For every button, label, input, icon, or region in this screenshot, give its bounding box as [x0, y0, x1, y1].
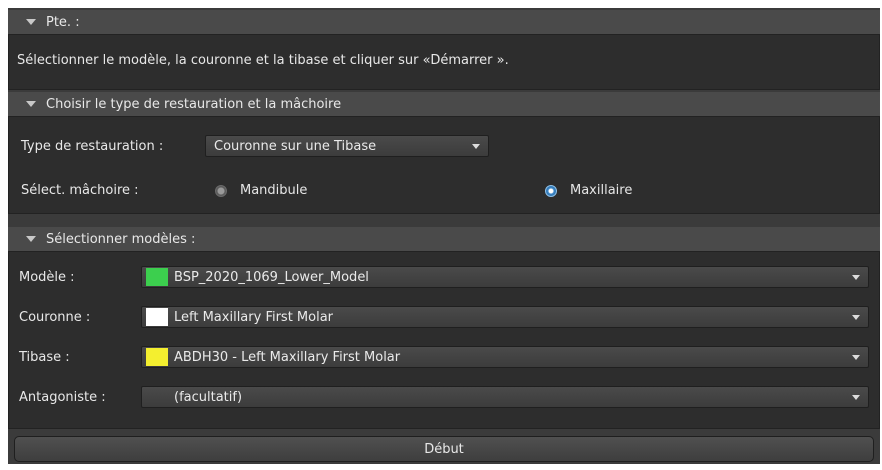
crown-dropdown[interactable]: Left Maxillary First Molar	[141, 306, 869, 328]
antagonist-value: (facultatif)	[174, 389, 243, 405]
triangle-down-icon	[26, 101, 36, 107]
section-header-restoration[interactable]: Choisir le type de restauration et la mâ…	[8, 92, 880, 116]
chevron-down-icon	[852, 355, 860, 360]
model-dropdown[interactable]: BSP_2020_1069_Lower_Model	[141, 266, 869, 288]
section-body-models: Modèle : BSP_2020_1069_Lower_Model Couro…	[8, 251, 880, 429]
crown-label: Couronne :	[19, 310, 91, 325]
antagonist-label: Antagoniste :	[19, 390, 106, 405]
antagonist-dropdown[interactable]: (facultatif)	[141, 386, 869, 408]
section-header-models[interactable]: Sélectionner modèles :	[8, 227, 880, 251]
section-body-restoration: Type de restauration : Couronne sur une …	[8, 116, 880, 214]
tibase-color-swatch	[146, 348, 168, 366]
crown-value: Left Maxillary First Molar	[174, 309, 334, 325]
section-title-models: Sélectionner modèles :	[46, 231, 196, 247]
chevron-down-icon	[852, 315, 860, 320]
chevron-down-icon	[472, 144, 480, 149]
section-header-info[interactable]: Pte. :	[8, 10, 880, 34]
model-color-swatch	[146, 268, 168, 286]
tibase-label: Tibase :	[19, 350, 70, 365]
section-title-restoration: Choisir le type de restauration et la mâ…	[46, 96, 342, 112]
chevron-down-icon	[852, 275, 860, 280]
radio-mandibule-label: Mandibule	[240, 183, 308, 198]
tibase-value: ABDH30 - Left Maxillary First Molar	[174, 349, 401, 365]
triangle-down-icon	[26, 236, 36, 242]
restoration-type-label: Type de restauration :	[21, 139, 164, 154]
section-body-info: Sélectionner le modèle, la couronne et l…	[8, 34, 880, 90]
radio-selected-icon	[545, 184, 557, 197]
radio-unselected-icon	[215, 184, 227, 197]
crown-color-swatch	[146, 308, 168, 326]
radio-maxillaire-label: Maxillaire	[570, 183, 633, 198]
section-title-info: Pte. :	[46, 14, 80, 30]
instruction-text: Sélectionner le modèle, la couronne et l…	[17, 53, 509, 68]
chevron-down-icon	[852, 395, 860, 400]
restoration-type-value: Couronne sur une Tibase	[214, 138, 377, 154]
triangle-down-icon	[26, 19, 36, 25]
jaw-label: Sélect. mâchoire :	[21, 183, 139, 198]
start-button[interactable]: Début	[14, 436, 874, 462]
restoration-type-dropdown[interactable]: Couronne sur une Tibase	[205, 135, 489, 157]
model-value: BSP_2020_1069_Lower_Model	[174, 269, 369, 285]
model-label: Modèle :	[19, 270, 75, 285]
radio-mandibule[interactable]: Mandibule	[215, 183, 307, 198]
tibase-dropdown[interactable]: ABDH30 - Left Maxillary First Molar	[141, 346, 869, 368]
radio-maxillaire[interactable]: Maxillaire	[545, 183, 632, 198]
